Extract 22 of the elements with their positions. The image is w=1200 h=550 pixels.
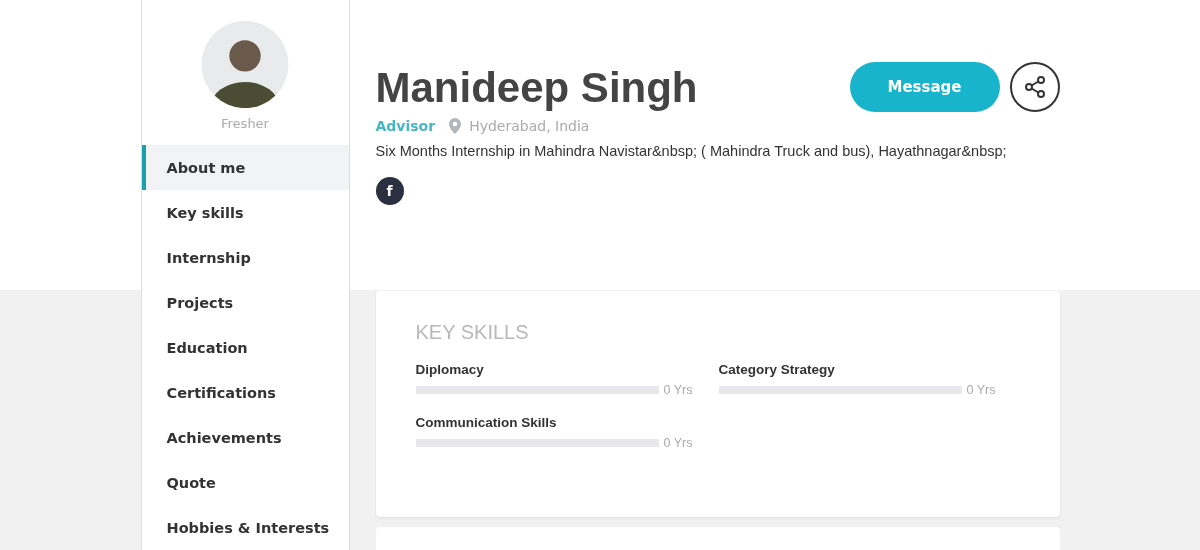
profile-name: Manideep Singh	[375, 63, 698, 113]
sidebar-item[interactable]: Key skills	[141, 190, 349, 235]
sidebar-item[interactable]: Education	[141, 325, 349, 370]
profile-role: Advisor	[375, 118, 436, 134]
skill-years: 0 Yrs	[966, 383, 996, 397]
skill-name: Category Strategy	[718, 362, 836, 377]
skill-years: 0 Yrs	[663, 436, 693, 450]
section-title: KEY SKILLS	[415, 321, 530, 344]
profile-location: Hyderabad, India	[469, 118, 590, 134]
sidebar-item[interactable]: Hobbies & Interests	[141, 505, 349, 550]
profile-summary: Six Months Internship in Mahindra Navistar&nbsp; ( Mahindra Truck and bus), Hayathnagar&nbsp;	[375, 143, 1008, 159]
skill-name: Communication Skills	[415, 415, 558, 430]
facebook-link[interactable]: f	[375, 177, 404, 205]
sidebar-item[interactable]: Internship	[141, 235, 349, 280]
sidebar-item[interactable]: Quote	[141, 460, 349, 505]
skill-name: Diplomacy	[415, 362, 485, 377]
profile-status: Fresher	[221, 116, 269, 134]
sidebar-item[interactable]: Certifications	[141, 370, 349, 415]
sidebar-item[interactable]: About me	[141, 145, 349, 190]
skill-years: 0 Yrs	[663, 383, 693, 397]
sidebar-item[interactable]: Achievements	[141, 415, 349, 460]
sidebar-item[interactable]: Projects	[141, 280, 349, 325]
